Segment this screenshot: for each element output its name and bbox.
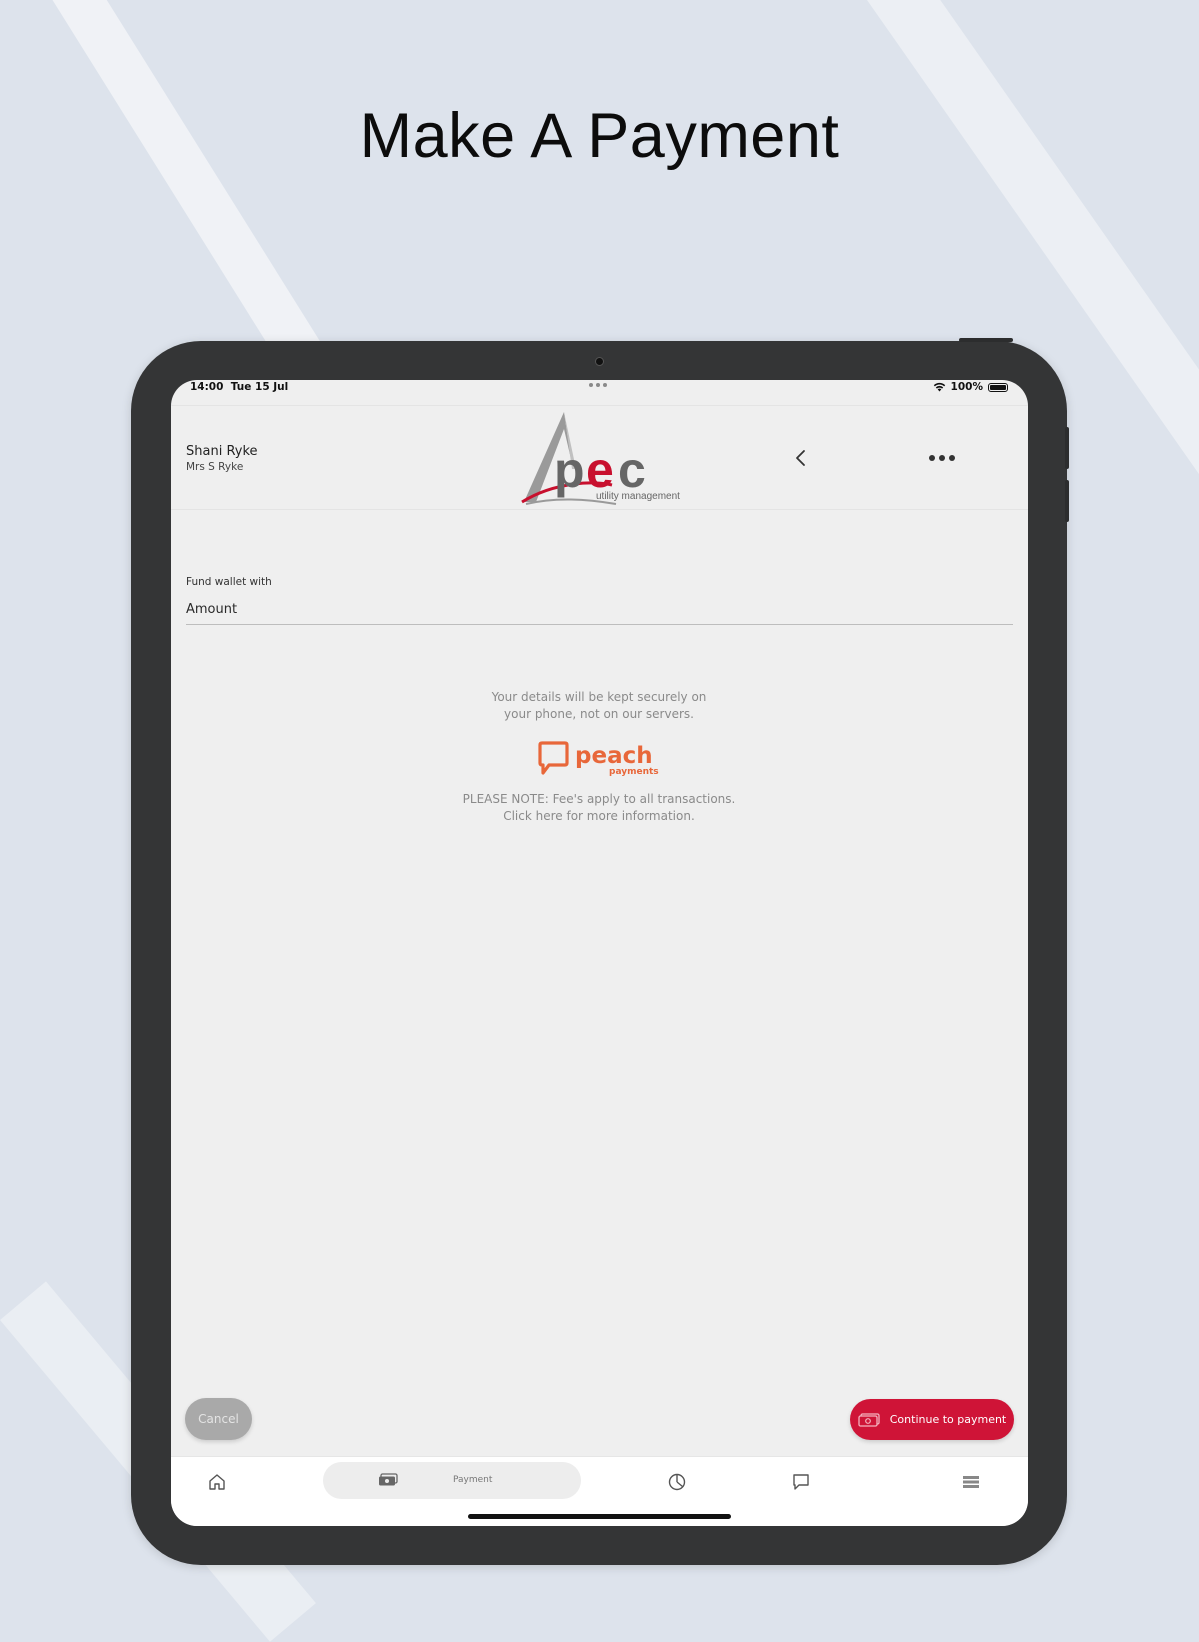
nav-menu[interactable]: [959, 1470, 983, 1494]
continue-to-payment-button[interactable]: Continue to payment: [850, 1399, 1014, 1440]
chevron-left-icon: [796, 450, 805, 466]
status-indicators: 100%: [933, 381, 1008, 393]
battery-percent: 100%: [950, 381, 983, 393]
front-camera: [595, 357, 604, 366]
status-time: 14:00 Tue 15 Jul: [190, 381, 288, 393]
home-indicator[interactable]: [468, 1514, 731, 1519]
more-dot: [929, 455, 935, 461]
pie-chart-icon: [668, 1473, 686, 1491]
home-icon: [209, 1474, 225, 1490]
fees-notice-line2: Click here for more information.: [503, 809, 695, 823]
multitask-dots-icon[interactable]: [589, 383, 607, 387]
payments-wordmark: payments: [609, 767, 659, 777]
app-screen: 14:00 Tue 15 Jul 100% Shani Ryke Mrs S R…: [171, 380, 1028, 1526]
status-date: Tue 15 Jul: [230, 381, 289, 393]
wifi-icon: [933, 382, 945, 392]
page-headline: Make A Payment: [359, 101, 840, 171]
security-notice-line1: Your details will be kept securely on: [491, 690, 707, 704]
status-clock: 14:00: [190, 381, 224, 393]
svg-text:utility management: utility management: [596, 491, 680, 502]
chat-icon: [793, 1474, 809, 1490]
device-volume-up-button: [1065, 427, 1069, 469]
continue-label: Continue to payment: [889, 1413, 1007, 1426]
device-power-button: [959, 338, 1013, 342]
battery-icon: [988, 382, 1008, 392]
pec-logo: p e c utility management: [521, 412, 680, 505]
amount-input[interactable]: [186, 594, 1013, 625]
fund-wallet-label: Fund wallet with: [186, 576, 272, 588]
cash-icon: [379, 1473, 398, 1486]
svg-text:c: c: [618, 442, 646, 498]
app-header: Shani Ryke Mrs S Ryke p e c utility mana…: [171, 405, 1028, 510]
peach-wordmark: peach: [575, 743, 653, 769]
nav-usage[interactable]: [665, 1470, 689, 1494]
cancel-button[interactable]: Cancel: [185, 1398, 252, 1440]
user-name: Shani Ryke: [186, 444, 258, 459]
nav-payment-label: Payment: [453, 1475, 493, 1485]
menu-icon: [963, 1476, 979, 1488]
peach-payments-logo: peach payments: [538, 741, 659, 777]
more-options-button[interactable]: [927, 451, 957, 465]
device-volume-down-button: [1065, 480, 1069, 522]
nav-payment[interactable]: Payment: [323, 1462, 581, 1499]
status-bar: 14:00 Tue 15 Jul 100%: [171, 380, 1028, 404]
back-button[interactable]: [791, 447, 811, 469]
cash-icon: [858, 1412, 880, 1427]
fees-notice-line1: PLEASE NOTE: Fee's apply to all transact…: [462, 792, 736, 806]
nav-messages[interactable]: [789, 1470, 813, 1494]
svg-text:e: e: [586, 442, 614, 498]
svg-text:p: p: [554, 442, 585, 498]
nav-home[interactable]: [205, 1470, 229, 1494]
more-dot: [939, 455, 945, 461]
tablet-device: 14:00 Tue 15 Jul 100% Shani Ryke Mrs S R…: [131, 338, 1069, 1565]
more-dot: [949, 455, 955, 461]
user-subtitle: Mrs S Ryke: [186, 461, 244, 473]
fees-notice-link[interactable]: PLEASE NOTE: Fee's apply to all transact…: [399, 791, 799, 825]
security-notice: Your details will be kept securely on yo…: [399, 689, 799, 723]
security-notice-line2: your phone, not on our servers.: [504, 707, 694, 721]
